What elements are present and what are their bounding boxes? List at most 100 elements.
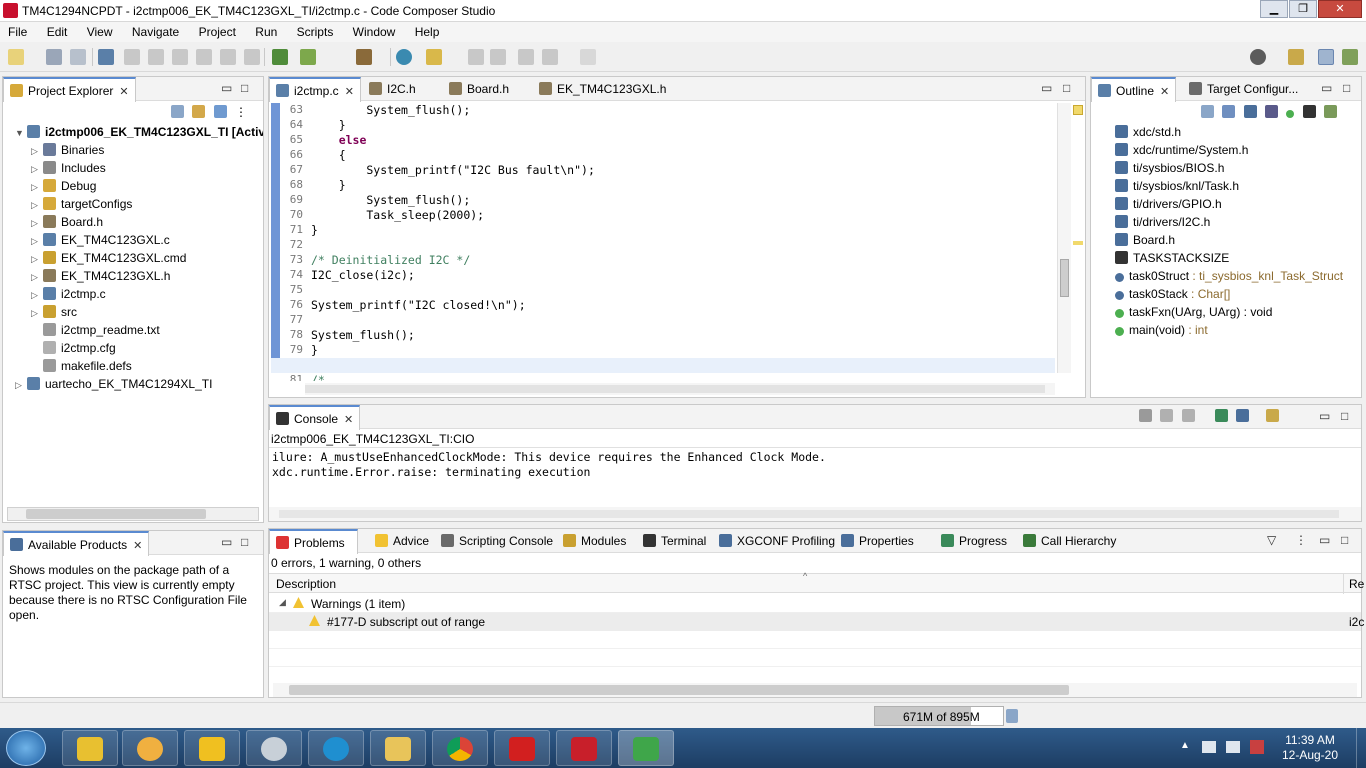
maximize-icon[interactable]: □ [241,81,248,95]
flash-icon[interactable] [300,49,316,65]
expand-arrow-icon[interactable]: ▷ [31,218,43,229]
step-return-icon[interactable] [244,49,260,65]
forward-arrow-icon[interactable] [580,49,596,65]
taskbar-app-1[interactable] [62,730,118,766]
last-edit-icon[interactable] [518,49,534,65]
taskbar-app-3[interactable] [184,730,240,766]
outline-item[interactable]: xdc/std.h [1115,125,1181,143]
outline-item[interactable]: TASKSTACKSIZE [1115,251,1229,269]
outline-item[interactable]: ti/sysbios/knl/Task.h [1115,179,1239,197]
suspend-icon[interactable] [148,49,164,65]
outline-item[interactable]: ti/sysbios/BIOS.h [1115,161,1224,179]
menu-edit[interactable]: Edit [39,22,76,39]
tree-item[interactable]: ▷ Board.h [31,215,103,233]
open-console-icon[interactable] [1265,409,1279,422]
expand-arrow-icon[interactable]: ▷ [31,182,43,193]
menu-run[interactable]: Run [247,22,285,39]
tab-ek-tm4c123gxl-h[interactable]: EK_TM4C123GXL.h [533,77,672,101]
minimize-icon[interactable]: ▭ [221,535,232,549]
close-icon[interactable]: ✕ [119,85,128,98]
outline-item[interactable]: Board.h [1115,233,1175,251]
minimize-button[interactable]: ▁ [1260,0,1288,18]
close-icon[interactable]: ✕ [133,539,142,552]
annotation-icon[interactable] [468,49,484,65]
console-h-scrollbar[interactable] [269,507,1361,521]
hide-static-icon[interactable] [1265,105,1279,118]
acrobat-reader-icon[interactable] [494,730,550,766]
save-all-icon[interactable] [70,49,86,65]
scroll-thumb[interactable] [1060,259,1069,297]
code-line[interactable]: System_flush(); [311,193,470,207]
tab-board-h[interactable]: Board.h [443,77,515,101]
menu-file[interactable]: File [0,22,35,39]
code-editor[interactable]: 63 System_flush(); 64 } 65 else 66 {67 Syst… [271,103,1056,381]
minimize-icon[interactable]: ▭ [1319,533,1330,547]
menu-window[interactable]: Window [345,22,404,39]
code-line[interactable]: Task_sleep(2000); [311,208,484,222]
tab-i2c-h[interactable]: I2C.h [363,77,422,101]
link-with-editor-icon[interactable] [1324,105,1338,118]
code-line[interactable]: System_flush(); [311,328,415,342]
tab-terminal[interactable]: Terminal [637,529,712,553]
minimize-icon[interactable]: ▭ [1041,81,1052,95]
search-icon[interactable] [396,49,412,65]
volume-icon[interactable] [1226,741,1240,753]
outline-item[interactable]: main(void) : int [1115,323,1208,341]
tab-console[interactable]: Console ✕ [269,405,361,430]
show-desktop-button[interactable] [1356,728,1366,768]
close-icon[interactable]: ✕ [345,85,354,98]
new-icon[interactable] [8,49,24,65]
tab-i2ctmp-c[interactable]: i2ctmp.c ✕ [269,77,361,102]
minimize-icon[interactable]: ▭ [221,81,232,95]
outline-item[interactable]: taskFxn(UArg, UArg) : void [1115,305,1272,323]
back-arrow-icon[interactable] [542,49,558,65]
tab-xgconf-profiling[interactable]: XGCONF Profiling [713,529,841,553]
expand-arrow-icon[interactable]: ▷ [31,290,43,301]
ccs-debug-perspective-icon[interactable] [1342,49,1358,65]
editor-v-scrollbar[interactable] [1057,103,1071,373]
expand-arrow-icon[interactable]: ▷ [31,272,43,283]
tab-progress[interactable]: Progress [935,529,1013,553]
column-description[interactable]: Description [276,577,336,591]
code-line[interactable]: } [311,178,346,192]
tree-item[interactable]: ▷ targetConfigs [31,197,132,215]
tree-item[interactable]: ▼ i2ctmp006_EK_TM4C123GXL_TI [Active [15,125,263,143]
tree-item[interactable]: ▷ EK_TM4C123GXL.c [31,233,170,251]
step-over-icon[interactable] [220,49,236,65]
maximize-icon[interactable]: □ [1343,81,1350,95]
link-editor-icon[interactable] [192,105,206,118]
code-line[interactable]: else [311,133,367,147]
tree-item[interactable]: ▷ EK_TM4C123GXL.cmd [31,251,186,269]
console-output[interactable]: ilure: A_mustUseEnhancedClockMode: This … [269,447,1361,507]
scroll-thumb[interactable] [26,509,206,519]
tree-item[interactable]: ▷ Includes [31,161,106,179]
tree-item[interactable]: ▷ Binaries [31,143,104,161]
code-line[interactable]: I2C_close(i2c); [311,268,415,282]
menu-help[interactable]: Help [407,22,448,39]
view-menu-icon[interactable]: ⋮ [235,105,247,119]
pin-icon[interactable] [490,49,506,65]
warning-marker[interactable] [1073,241,1083,245]
pin-console-icon[interactable] [1215,409,1229,422]
expand-arrow-icon[interactable]: ▷ [31,308,43,319]
warning-overview-icon[interactable] [1073,105,1083,115]
minimize-icon[interactable]: ▭ [1319,409,1330,423]
tab-project-explorer[interactable]: Project Explorer ✕ [3,77,136,102]
menu-view[interactable]: View [79,22,121,39]
monitor-icon[interactable] [98,49,114,65]
problems-h-scrollbar[interactable] [273,683,1357,697]
tree-item[interactable]: ▷ src [31,305,77,323]
outline-item[interactable]: task0Struct : ti_sysbios_knl_Task_Struct [1115,269,1343,287]
menu-scripts[interactable]: Scripts [289,22,342,39]
edge-browser-icon[interactable] [308,730,364,766]
column-resource[interactable]: Re [1349,577,1364,591]
maximize-icon[interactable]: □ [1063,81,1070,95]
save-icon[interactable] [46,49,62,65]
expand-arrow-icon[interactable]: ▷ [31,236,43,247]
resume-icon[interactable] [124,49,140,65]
heap-status[interactable]: 671M of 895M [874,706,1004,726]
scroll-thumb[interactable] [305,385,1045,393]
step-into-icon[interactable] [196,49,212,65]
tab-target-configurations[interactable]: Target Configur... [1183,77,1304,101]
filter-icon[interactable] [213,105,227,118]
